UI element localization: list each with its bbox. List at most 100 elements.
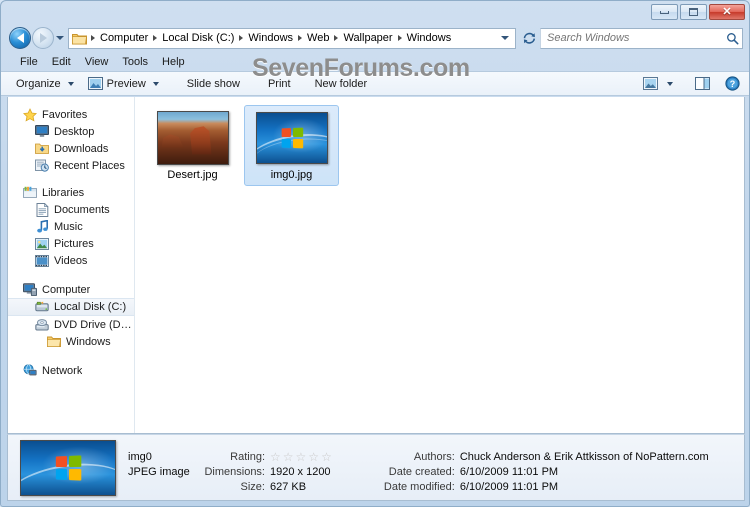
nav-group-libraries: Libraries Documents Music Pictures Video… [8, 184, 134, 269]
breadcrumb-separator-5 [397, 35, 402, 41]
sidebar-item-computer[interactable]: Computer [8, 281, 134, 298]
rating-stars[interactable]: ☆ ☆ ☆ ☆ ☆ [270, 451, 332, 463]
details-authors-label: Authors: [413, 451, 455, 463]
file-list[interactable]: Desert.jpg img0.jpg [135, 97, 744, 433]
new-folder-button[interactable]: New folder [308, 73, 375, 94]
breadcrumb-item-web[interactable]: Web [304, 31, 332, 45]
print-label: Print [267, 77, 291, 90]
organize-button[interactable]: Organize [9, 73, 81, 94]
help-button[interactable]: ? [721, 73, 743, 94]
star-icon-5[interactable]: ☆ [321, 451, 332, 463]
new-folder-label: New folder [314, 77, 368, 90]
minimize-button[interactable] [651, 4, 678, 20]
breadcrumb-item-local-disk[interactable]: Local Disk (C:) [159, 31, 237, 45]
sidebar-item-desktop[interactable]: Desktop [8, 123, 134, 140]
recent-places-icon [34, 158, 50, 174]
back-arrow-icon [16, 33, 24, 43]
forward-arrow-icon [39, 33, 47, 43]
breadcrumb-item-wallpaper[interactable]: Wallpaper [340, 31, 395, 45]
sidebar-label-libraries: Libraries [42, 186, 85, 199]
sidebar-label-dvd-drive-d: DVD Drive (D:) VP [54, 318, 134, 331]
preview-button[interactable]: Preview [81, 73, 166, 94]
file-item-desert[interactable]: Desert.jpg [145, 105, 240, 186]
details-size-value: 627 KB [270, 481, 307, 493]
sidebar-item-videos[interactable]: Videos [8, 252, 134, 269]
nav-group-computer: Computer Local Disk (C:) DVD Drive (D:) … [8, 281, 134, 350]
details-dimensions-label: Dimensions: [204, 466, 265, 478]
menu-item-file[interactable]: File [13, 55, 45, 69]
details-properties-column: Rating: ☆ ☆ ☆ ☆ ☆ Dimensions: 1920 x 120… [202, 441, 332, 495]
recent-pages-button[interactable] [54, 36, 66, 40]
nav-group-network: Network [8, 362, 134, 379]
sidebar-item-libraries[interactable]: Libraries [8, 184, 134, 201]
preview-pane-button[interactable] [691, 73, 713, 94]
star-icon-4[interactable]: ☆ [308, 451, 319, 463]
butte-shape-secondary [161, 134, 184, 148]
sidebar-item-downloads[interactable]: Downloads [8, 140, 134, 157]
chevron-down-icon [152, 81, 159, 86]
desktop-icon [34, 124, 50, 140]
chevron-down-icon [501, 36, 509, 40]
maximize-button[interactable] [680, 4, 707, 20]
details-date-modified-row: Date modified: 6/10/2009 11:01 PM [382, 480, 709, 495]
sidebar-item-network[interactable]: Network [8, 362, 134, 379]
sidebar-item-local-disk-c[interactable]: Local Disk (C:) [8, 298, 134, 316]
view-options-dropdown[interactable] [663, 73, 677, 94]
toolbar-right-group: ? [639, 73, 749, 94]
sidebar-item-documents[interactable]: Documents [8, 201, 134, 218]
documents-library-icon [34, 202, 50, 218]
sidebar-label-network: Network [42, 364, 83, 377]
details-file-name: img0 [128, 451, 152, 463]
refresh-button[interactable] [518, 28, 540, 49]
window-resize-grip[interactable] [7, 501, 745, 504]
details-date-modified-label: Date modified: [383, 481, 455, 493]
downloads-folder-icon [34, 141, 50, 157]
thumbnail-wrapper [156, 110, 229, 165]
breadcrumb-item-computer[interactable]: Computer [97, 31, 151, 45]
sidebar-label-recent-places: Recent Places [54, 159, 125, 172]
window-controls: ✕ [651, 4, 745, 20]
forward-button[interactable] [32, 27, 54, 49]
sidebar-item-favorites[interactable]: Favorites [8, 106, 134, 123]
breadcrumb-item-windows-folder[interactable]: Windows [404, 31, 455, 45]
file-item-img0[interactable]: img0.jpg [244, 105, 339, 186]
sidebar-label-documents: Documents [54, 203, 110, 216]
star-icon-1[interactable]: ☆ [270, 451, 281, 463]
menu-item-help[interactable]: Help [155, 55, 192, 69]
breadcrumb-item-windows[interactable]: Windows [245, 31, 296, 45]
breadcrumb-separator-2 [239, 35, 244, 41]
sidebar-item-dvd-drive-d[interactable]: DVD Drive (D:) VP [8, 316, 134, 333]
menu-item-edit[interactable]: Edit [45, 55, 78, 69]
search-box[interactable] [540, 27, 743, 49]
sidebar-item-recent-places[interactable]: Recent Places [8, 157, 134, 174]
breadcrumb-separator-0 [91, 35, 95, 41]
change-view-button[interactable] [639, 73, 661, 94]
slide-show-button[interactable]: Slide show [180, 73, 247, 94]
chevron-down-icon [67, 81, 74, 86]
star-icon-2[interactable]: ☆ [283, 451, 294, 463]
back-button[interactable] [9, 27, 31, 49]
network-icon [22, 363, 38, 379]
star-icon-3[interactable]: ☆ [296, 451, 307, 463]
preview-pane-icon [694, 77, 710, 90]
folder-icon [72, 32, 87, 45]
print-button[interactable]: Print [261, 73, 298, 94]
pictures-library-icon [34, 236, 50, 252]
chevron-down-icon [56, 36, 64, 40]
sidebar-item-pictures[interactable]: Pictures [8, 235, 134, 252]
menu-item-tools[interactable]: Tools [115, 55, 155, 69]
sidebar-item-music[interactable]: Music [8, 218, 134, 235]
details-file-type: JPEG image [128, 466, 190, 478]
breadcrumb-separator-3 [298, 35, 303, 41]
nav-group-favorites: Favorites Desktop Downloads Recent Place… [8, 106, 134, 174]
details-name-column: img0 JPEG image [128, 441, 202, 480]
menu-item-view[interactable]: View [78, 55, 116, 69]
butte-shape [190, 126, 212, 155]
sidebar-label-desktop: Desktop [54, 125, 95, 138]
previous-locations-button[interactable] [497, 36, 513, 40]
address-bar[interactable]: Computer Local Disk (C:) Windows Web Wal… [68, 27, 516, 49]
sidebar-item-windows-folder[interactable]: Windows [8, 333, 134, 350]
search-input[interactable] [547, 32, 726, 44]
organize-label: Organize [16, 77, 61, 90]
close-button[interactable]: ✕ [709, 4, 745, 20]
